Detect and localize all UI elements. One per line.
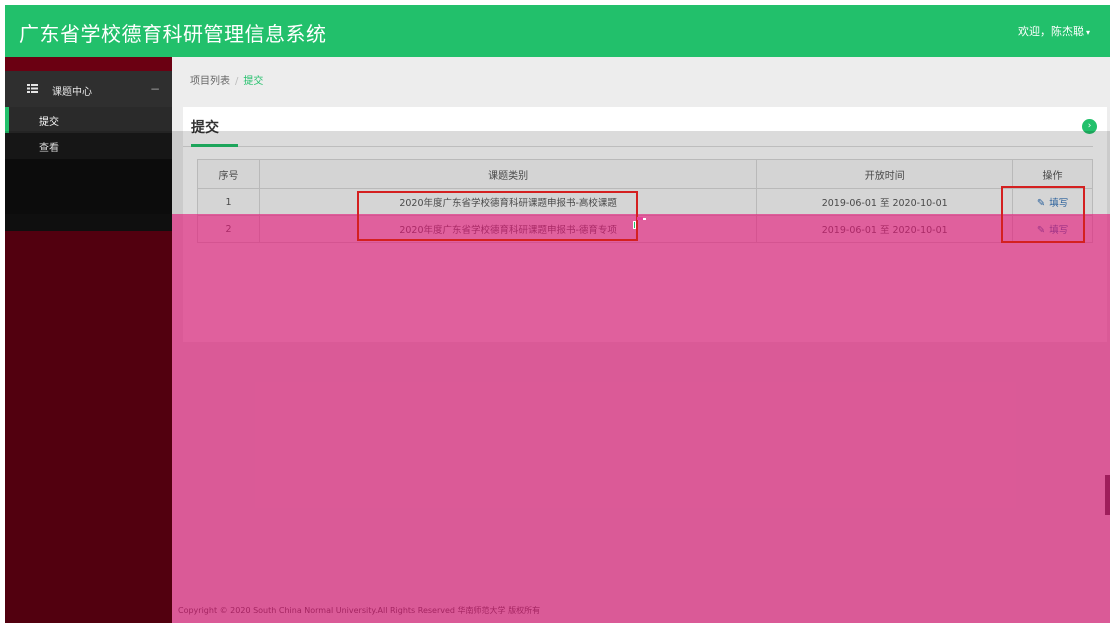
cell-index: 2 [197, 215, 260, 243]
collapse-icon[interactable]: − [150, 82, 160, 96]
footer: Copyright © 2020 South China Normal Univ… [172, 595, 1110, 623]
panel-title: 提交 [191, 120, 219, 136]
sidebar-item-submit[interactable]: 提交 [5, 107, 172, 133]
column-header-index: 序号 [197, 159, 260, 189]
user-menu[interactable]: 欢迎，陈杰聪 ▾ [1018, 23, 1090, 39]
welcome-text: 欢迎，陈杰聪 [1017, 25, 1084, 38]
cell-period: 2019-06-01 至 2020-10-01 [756, 215, 1014, 243]
column-header-category: 课题类别 [258, 159, 758, 189]
app-window: 广东省学校德育科研管理信息系统 欢迎，陈杰聪 ▾ 课题中心 − 提交 查看 项目… [5, 5, 1110, 623]
sidebar-section-label: 课题中心 [52, 87, 92, 98]
list-icon [27, 84, 38, 93]
fill-link[interactable]: ✎ 填写 [1037, 198, 1068, 209]
chevron-right-icon[interactable]: › [1082, 119, 1097, 134]
table-row: 1 2020年度广东省学校德育科研课题申报书-高校课题 2019-06-01 至… [197, 188, 1093, 216]
main-content: 项目列表 / 提交 提交 › 序号 课题类别 开放时间 操作 1 2020年度广… [172, 57, 1110, 623]
side-scroll-tab[interactable] [1105, 475, 1110, 515]
panel-title-underline [191, 144, 238, 147]
submit-panel: 提交 › 序号 课题类别 开放时间 操作 1 2020年度广东省学校德育科研课题 [183, 107, 1107, 342]
fill-link-label: 填写 [1049, 198, 1069, 209]
breadcrumb-current: 提交 [243, 76, 264, 87]
edit-icon: ✎ [1036, 198, 1046, 209]
sidebar-item-label: 查看 [39, 143, 59, 154]
cell-action: ✎ 填写 [1012, 188, 1093, 216]
panel-divider [183, 146, 1093, 147]
breadcrumb-parent[interactable]: 项目列表 [190, 76, 230, 87]
cell-category: 2020年度广东省学校德育科研课题申报书-高校课题 [258, 188, 758, 216]
sidebar-section-project-center[interactable]: 课题中心 − [5, 71, 172, 107]
breadcrumb-separator: / [235, 76, 239, 87]
top-bar: 广东省学校德育科研管理信息系统 欢迎，陈杰聪 ▾ [5, 5, 1110, 57]
caret-down-icon: ▾ [1085, 28, 1090, 37]
copyright-text: Copyright © 2020 South China Normal Univ… [178, 606, 541, 615]
table-row: 2 2020年度广东省学校德育科研课题申报书-德育专项 2019-06-01 至… [197, 215, 1093, 243]
sidebar-dark-area [5, 159, 172, 231]
edit-icon: ✎ [1036, 225, 1046, 236]
breadcrumb: 项目列表 / 提交 [190, 72, 263, 87]
topic-table: 序号 课题类别 开放时间 操作 1 2020年度广东省学校德育科研课题申报书-高… [197, 159, 1093, 243]
cell-category: 2020年度广东省学校德育科研课题申报书-德育专项 [258, 215, 758, 243]
sidebar-item-view[interactable]: 查看 [5, 133, 172, 159]
fill-link-label: 填写 [1049, 225, 1069, 236]
cell-action: ✎ 填写 [1012, 215, 1093, 243]
table-header-row: 序号 课题类别 开放时间 操作 [197, 159, 1093, 189]
sidebar-lower-area [5, 231, 172, 623]
sidebar-item-label: 提交 [39, 117, 59, 128]
column-header-action: 操作 [1012, 159, 1093, 189]
fill-link[interactable]: ✎ 填写 [1037, 225, 1068, 236]
cell-index: 1 [197, 188, 260, 216]
app-title: 广东省学校德育科研管理信息系统 [19, 22, 327, 46]
sidebar: 课题中心 − 提交 查看 [5, 57, 172, 623]
cell-period: 2019-06-01 至 2020-10-01 [756, 188, 1014, 216]
column-header-period: 开放时间 [756, 159, 1014, 189]
